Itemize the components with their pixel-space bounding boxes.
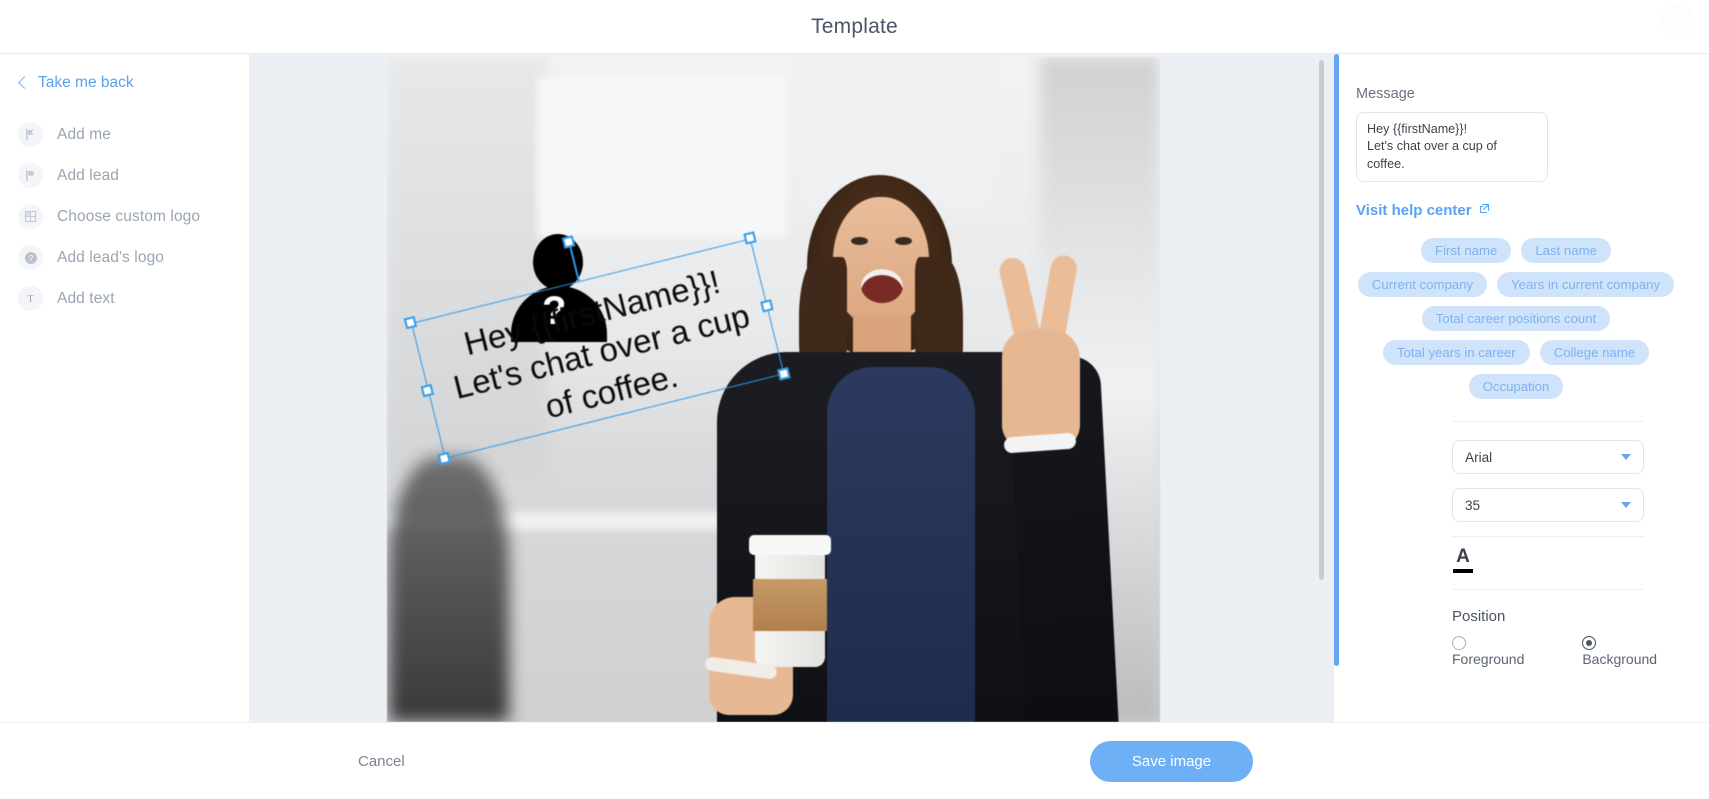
message-input[interactable]: Hey {{firstName}}! Let's chat over a cup… (1356, 112, 1548, 183)
message-label: Message (1356, 86, 1415, 102)
radio-icon (1452, 636, 1466, 651)
custom-logo-icon (18, 204, 43, 229)
font-size-select[interactable]: 35 (1452, 488, 1644, 523)
photo-subject-hand-peace (1002, 329, 1080, 449)
font-family-value: Arial (1465, 449, 1493, 465)
sidebar-item-choose-custom-logo[interactable]: Choose custom logo (0, 196, 249, 237)
sidebar-item-label: Choose custom logo (57, 207, 201, 225)
merge-tag[interactable]: Years in current company (1497, 272, 1675, 298)
merge-tag[interactable]: Current company (1357, 272, 1488, 298)
position-label: Position (1452, 608, 1506, 626)
visit-help-center-link[interactable]: Visit help center (1356, 202, 1490, 219)
template-editor-page: Template Take me back Add me Add lead Ch… (0, 0, 1709, 799)
canvas-area[interactable]: ? Hey {{firstName}}! Let's chat over a c… (249, 54, 1334, 722)
add-lead-icon (18, 163, 43, 188)
merge-tag[interactable]: Total career positions count (1421, 306, 1611, 332)
take-me-back-link[interactable]: Take me back (0, 68, 249, 98)
merge-tag[interactable]: Last name (1521, 238, 1611, 264)
add-me-icon (18, 122, 43, 147)
svg-text:T: T (27, 294, 33, 305)
panel-divider (1452, 536, 1644, 538)
font-size-value: 35 (1465, 497, 1481, 513)
sidebar-item-add-lead[interactable]: Add lead (0, 155, 249, 196)
merge-tag[interactable]: Total years in career (1382, 340, 1530, 366)
sidebar-tool-list: Add me Add lead Choose custom logo ? Add… (0, 114, 249, 319)
sidebar-item-label: Add text (57, 289, 115, 307)
text-format-toolbar: A (1452, 543, 1681, 581)
sidebar-item-label: Add lead (57, 166, 119, 184)
external-link-icon (1478, 202, 1490, 219)
chevron-down-icon (1621, 454, 1631, 461)
photo-dark-object (389, 457, 509, 722)
panel-divider (1452, 421, 1644, 423)
take-me-back-label: Take me back (38, 74, 134, 91)
lead-logo-icon: ? (18, 245, 43, 270)
merge-tag-list: First name Last name Current company Yea… (1356, 238, 1676, 400)
panel-divider (1452, 589, 1644, 591)
sidebar-item-add-leads-logo[interactable]: ? Add lead's logo (0, 237, 249, 278)
sidebar-item-add-text[interactable]: T Add text (0, 278, 249, 319)
sidebar-item-add-me[interactable]: Add me (0, 114, 249, 155)
text-color-glyph: A (1456, 546, 1470, 568)
page-footer: Cancel Save image (0, 722, 1709, 799)
font-family-select[interactable]: Arial (1452, 440, 1644, 475)
photo-panel (537, 77, 787, 237)
svg-text:?: ? (28, 254, 33, 263)
close-icon[interactable] (1661, 4, 1695, 38)
chevron-down-icon (1621, 502, 1631, 509)
position-option-foreground[interactable]: Foreground (1452, 635, 1548, 667)
position-radio-group: Foreground Background (1452, 635, 1681, 667)
photo-subject-eye-right (895, 237, 912, 245)
position-option-label: Foreground (1452, 651, 1525, 668)
merge-tag[interactable]: First name (1421, 238, 1512, 264)
right-settings-panel: Message Hey {{firstName}}! Let's chat ov… (1334, 54, 1709, 722)
help-link-label: Visit help center (1356, 202, 1472, 220)
text-color-icon[interactable]: A (1452, 547, 1474, 577)
radio-icon-selected (1582, 636, 1597, 651)
photo-coffee-sleeve (753, 579, 827, 631)
photo-subject-shirt (827, 367, 975, 722)
chevron-left-icon (18, 76, 31, 89)
merge-tag[interactable]: Occupation (1468, 374, 1564, 400)
position-option-label: Background (1582, 651, 1658, 668)
left-sidebar: Take me back Add me Add lead Choose cust… (0, 54, 249, 722)
sidebar-item-label: Add me (57, 125, 112, 143)
page-header: Template (0, 0, 1709, 54)
text-color-swatch (1453, 569, 1473, 574)
sidebar-item-label: Add lead's logo (57, 248, 165, 266)
editor-body: Take me back Add me Add lead Choose cust… (0, 54, 1709, 722)
merge-tag[interactable]: College name (1539, 340, 1650, 366)
position-option-background[interactable]: Background (1582, 635, 1681, 667)
photo-subject-eye-left (851, 237, 868, 245)
add-text-icon: T (18, 286, 43, 311)
save-image-button[interactable]: Save image (1090, 740, 1253, 782)
cancel-button[interactable]: Cancel (358, 753, 405, 770)
image-canvas[interactable]: ? Hey {{firstName}}! Let's chat over a c… (387, 57, 1160, 722)
photo-coffee-lid (749, 535, 831, 555)
page-title: Template (811, 14, 898, 38)
right-panel-scrollbar[interactable] (1334, 54, 1339, 666)
photo-subject-mouth (861, 269, 903, 303)
canvas-scrollbar[interactable] (1319, 60, 1324, 580)
